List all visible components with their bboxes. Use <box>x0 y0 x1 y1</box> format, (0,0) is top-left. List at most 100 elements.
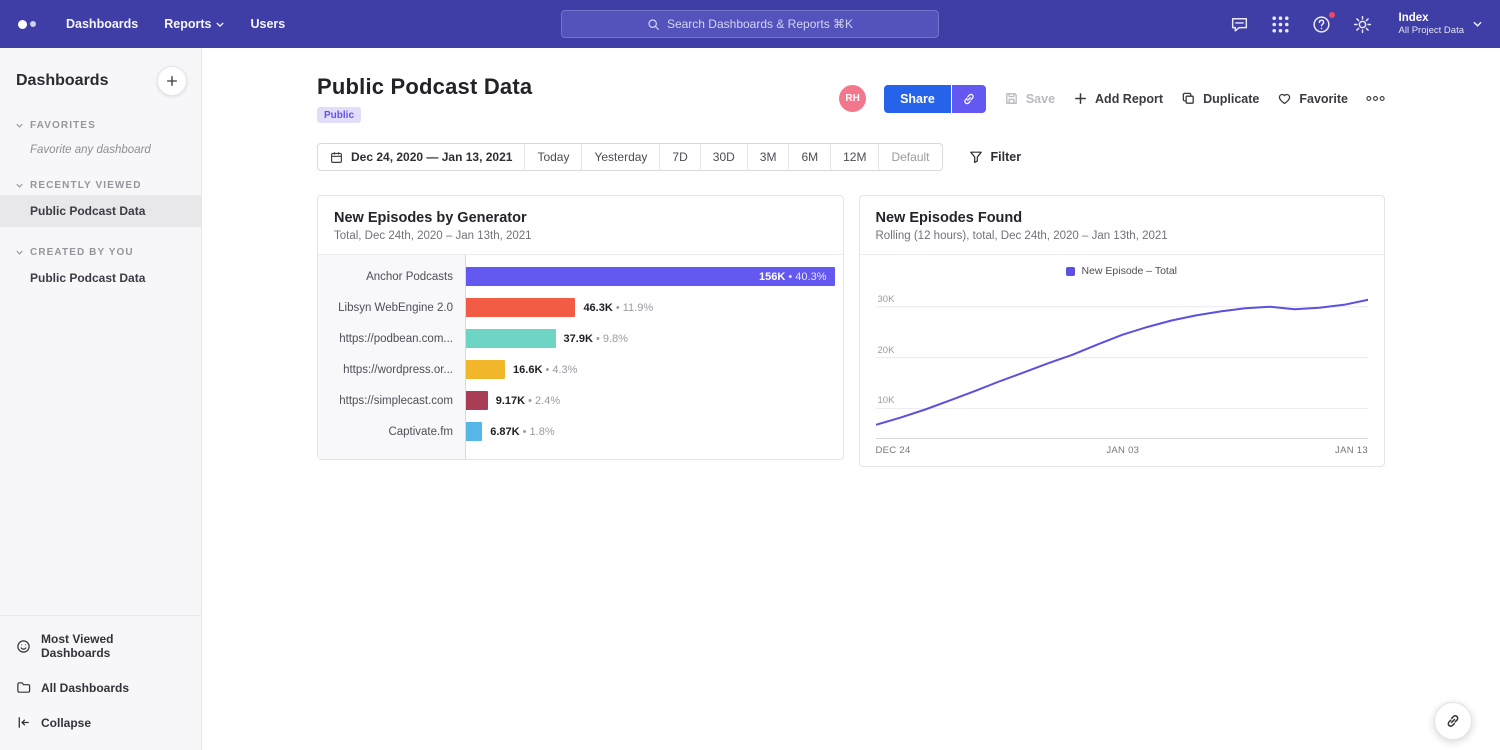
bar-segment[interactable] <box>466 391 488 410</box>
plus-icon <box>166 75 178 87</box>
bar-segment[interactable] <box>466 360 505 379</box>
footer-item-label: Collapse <box>41 716 91 730</box>
date-preset-12m[interactable]: 12M <box>831 144 879 170</box>
main-content: Public Podcast Data Public RH Share <box>202 48 1500 750</box>
date-preset-yesterday[interactable]: Yesterday <box>582 144 660 170</box>
bar-value-label: 16.6K • 4.3% <box>513 364 577 376</box>
bar-category-label: Anchor Podcasts <box>318 271 465 283</box>
add-report-button[interactable]: Add Report <box>1073 91 1163 106</box>
line-chart-body: New Episode – Total 30K20K10K DEC 24JAN … <box>860 255 1385 466</box>
page-title: Public Podcast Data <box>317 74 532 100</box>
bar-track: 16.6K • 4.3% <box>466 354 843 385</box>
date-preset-6m[interactable]: 6M <box>789 144 831 170</box>
date-preset-3m[interactable]: 3M <box>748 144 790 170</box>
favorite-label: Favorite <box>1299 92 1348 106</box>
section-label: RECENTLY VIEWED <box>30 180 142 191</box>
bar-track: 9.17K • 2.4% <box>466 385 843 416</box>
bar-chart-body: Anchor Podcasts 156K • 40.3% Libsyn WebEng… <box>318 255 843 459</box>
heart-icon <box>1277 91 1292 106</box>
ellipsis-icon <box>1366 95 1385 102</box>
share-link-button[interactable] <box>952 85 986 113</box>
all-dashboards-button[interactable]: All Dashboards <box>0 670 201 705</box>
apps-grid-button[interactable] <box>1270 14 1291 35</box>
bar-value-label: 9.17K • 2.4% <box>496 395 560 407</box>
add-dashboard-button[interactable] <box>157 66 187 96</box>
x-tick-label: DEC 24 <box>876 445 911 456</box>
project-name: Index <box>1399 11 1464 25</box>
link-icon <box>962 92 976 106</box>
page-header: Public Podcast Data Public RH Share <box>317 74 1385 123</box>
nav-reports[interactable]: Reports <box>164 17 224 31</box>
section-label: FAVORITES <box>30 120 96 131</box>
search-placeholder: Search Dashboards & Reports ⌘K <box>667 17 853 31</box>
project-selector[interactable]: Index All Project Data <box>1399 11 1482 37</box>
line-series[interactable] <box>876 300 1369 425</box>
date-range-label: Dec 24, 2020 — Jan 13, 2021 <box>351 150 512 164</box>
collapse-sidebar-button[interactable]: Collapse <box>0 705 201 740</box>
line-plot: 30K20K10K <box>876 289 1369 439</box>
chart-title: New Episodes by Generator <box>334 210 827 226</box>
date-preset-group: Dec 24, 2020 — Jan 13, 2021 TodayYesterd… <box>317 143 943 171</box>
smiley-icon <box>16 639 31 654</box>
sidebar-title: Dashboards <box>16 72 108 90</box>
bar-track: 37.9K • 9.8% <box>466 323 843 354</box>
sidebar-section-favorites: FAVORITES Favorite any dashboard <box>0 116 201 160</box>
bar-track: 46.3K • 11.9% <box>466 292 843 323</box>
bar-segment[interactable] <box>466 329 556 348</box>
bar-rows: Anchor Podcasts 156K • 40.3% Libsyn WebEng… <box>318 261 843 447</box>
date-preset-today[interactable]: Today <box>525 144 582 170</box>
header-actions: RH Share Save Ad <box>839 85 1385 113</box>
share-button[interactable]: Share <box>884 85 951 113</box>
charts-row: New Episodes by Generator Total, Dec 24t… <box>317 195 1385 467</box>
filter-funnel-icon <box>969 150 983 164</box>
filter-button[interactable]: Filter <box>969 150 1022 164</box>
bar-category-label: Libsyn WebEngine 2.0 <box>318 302 465 314</box>
favorites-hint: Favorite any dashboard <box>0 135 201 160</box>
content-container: Public Podcast Data Public RH Share <box>317 48 1385 467</box>
section-header-recently-viewed[interactable]: RECENTLY VIEWED <box>0 176 201 195</box>
folder-icon <box>16 680 31 695</box>
date-range-button[interactable]: Dec 24, 2020 — Jan 13, 2021 <box>318 144 525 170</box>
nav-users[interactable]: Users <box>250 17 285 31</box>
bar-row: Captivate.fm6.87K • 1.8% <box>318 416 843 447</box>
section-header-favorites[interactable]: FAVORITES <box>0 116 201 135</box>
favorite-button[interactable]: Favorite <box>1277 91 1348 106</box>
bar-track: 156K • 40.3% <box>466 261 843 292</box>
bar-category-label: https://simplecast.com <box>318 395 465 407</box>
x-tick-label: JAN 13 <box>1335 445 1368 456</box>
settings-button[interactable] <box>1352 14 1373 35</box>
share-split-button: Share <box>884 85 986 113</box>
date-preset-default[interactable]: Default <box>879 144 941 170</box>
bar-segment[interactable] <box>466 422 482 441</box>
app-window: Dashboards Reports Users Search Dashboar… <box>0 0 1500 750</box>
duplicate-button[interactable]: Duplicate <box>1181 91 1259 106</box>
nav-dashboards[interactable]: Dashboards <box>66 17 138 31</box>
date-preset-7d[interactable]: 7D <box>660 144 700 170</box>
line-plot-svg <box>876 289 1369 439</box>
sidebar-item-public-podcast-data[interactable]: Public Podcast Data <box>0 195 201 227</box>
section-header-created-by-you[interactable]: CREATED BY YOU <box>0 243 201 262</box>
sidebar-item-public-podcast-data-2[interactable]: Public Podcast Data <box>0 262 201 294</box>
share-link-fab[interactable] <box>1434 702 1472 740</box>
bar-value-label: 156K • 40.3% <box>759 271 826 283</box>
bar-segment[interactable] <box>466 298 575 317</box>
line-chart-card: New Episodes Found Rolling (12 hours), t… <box>859 195 1386 467</box>
sidebar: Dashboards FAVORITES Favorite any dashbo… <box>0 48 202 750</box>
search-input[interactable]: Search Dashboards & Reports ⌘K <box>561 10 939 38</box>
nav-users-label: Users <box>250 17 285 31</box>
nav-reports-label: Reports <box>164 17 211 31</box>
sidebar-footer: Most Viewed Dashboards All Dashboards Co… <box>0 615 201 750</box>
help-button[interactable] <box>1311 14 1332 35</box>
more-options-button[interactable] <box>1366 95 1385 102</box>
bar-category-label: https://podbean.com... <box>318 333 465 345</box>
avatar[interactable]: RH <box>839 85 866 112</box>
duplicate-label: Duplicate <box>1203 92 1259 106</box>
save-button[interactable]: Save <box>1004 91 1055 106</box>
nav-dashboards-label: Dashboards <box>66 17 138 31</box>
date-preset-30d[interactable]: 30D <box>701 144 748 170</box>
most-viewed-dashboards-button[interactable]: Most Viewed Dashboards <box>0 622 201 670</box>
feedback-button[interactable] <box>1229 14 1250 35</box>
top-navbar: Dashboards Reports Users Search Dashboar… <box>0 0 1500 48</box>
save-icon <box>1004 91 1019 106</box>
bar-category-label: Captivate.fm <box>318 426 465 438</box>
